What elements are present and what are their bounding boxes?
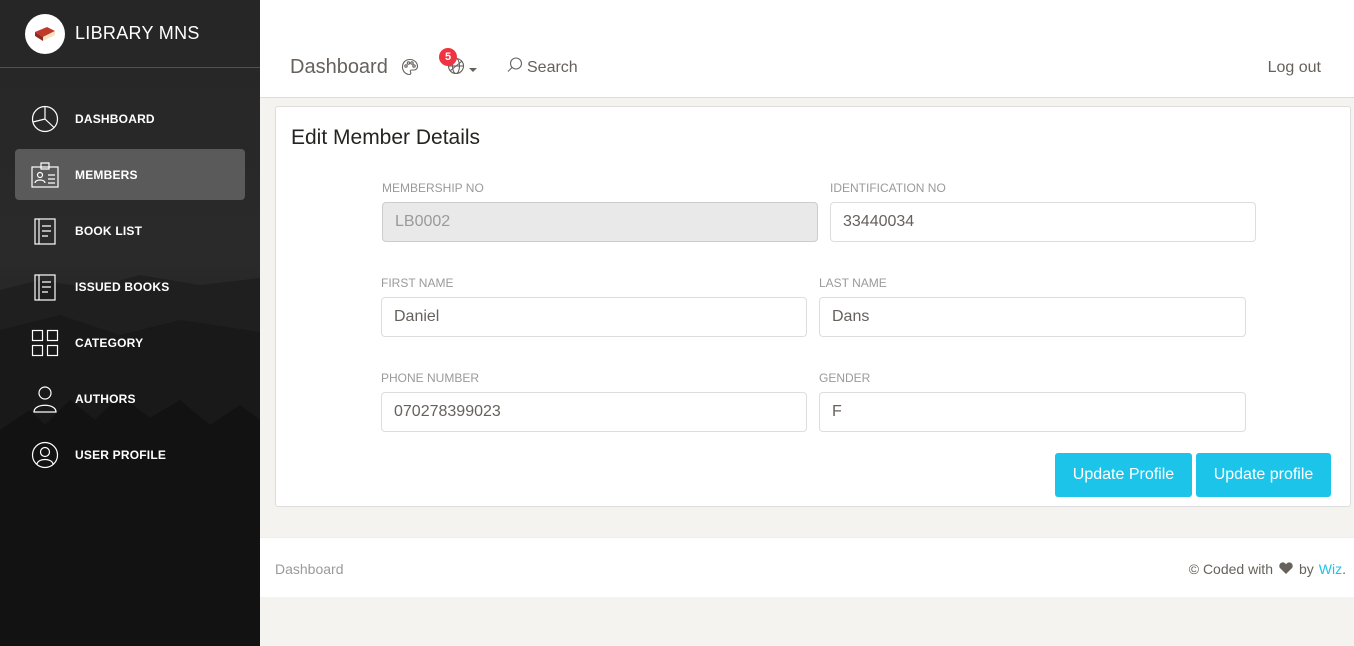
search-label: Search bbox=[527, 58, 578, 76]
sidebar-brand[interactable]: LIBRARY MNS bbox=[0, 0, 260, 68]
sidebar-item-dashboard[interactable]: Dashboard bbox=[15, 93, 245, 144]
heart-icon bbox=[1279, 561, 1293, 577]
sidebar-item-label: Category bbox=[75, 335, 144, 350]
sidebar-item-authors[interactable]: Authors bbox=[15, 373, 245, 424]
search-icon bbox=[507, 57, 523, 78]
pie-chart-icon bbox=[31, 105, 59, 133]
membership-no-label: Membership No bbox=[382, 181, 484, 195]
notification-badge: 5 bbox=[439, 48, 457, 66]
phone-number-input[interactable]: 070278399023 bbox=[381, 392, 807, 432]
navbar-title[interactable]: Dashboard bbox=[290, 56, 388, 79]
footer-dashboard-link[interactable]: Dashboard bbox=[275, 561, 344, 577]
identification-no-label: Identification No bbox=[830, 181, 946, 195]
sidebar-item-label: Book List bbox=[75, 223, 143, 238]
sidebar-nav: Dashboard Members Book List bbox=[0, 93, 260, 480]
footer: Dashboard © Coded with by Wiz . bbox=[260, 537, 1354, 597]
credit-by: by bbox=[1298, 561, 1314, 577]
grid-icon bbox=[31, 329, 59, 357]
sidebar-item-label: Authors bbox=[75, 391, 136, 406]
membership-no-input: LB0002 bbox=[382, 202, 818, 242]
phone-number-label: Phone Number bbox=[381, 371, 480, 385]
edit-member-card: Edit Member Details Membership No LB0002… bbox=[275, 106, 1351, 507]
sidebar-item-user-profile[interactable]: User Profile bbox=[15, 429, 245, 480]
person-icon bbox=[31, 385, 59, 413]
notifications-dropdown[interactable]: 5 bbox=[439, 48, 477, 80]
first-name-field: First Name Daniel bbox=[381, 276, 807, 337]
last-name-field: Last Name Dans bbox=[819, 276, 1246, 337]
credit-prefix: © Coded with bbox=[1188, 561, 1273, 577]
sidebar-item-issued-books[interactable]: Issued Books bbox=[15, 261, 245, 312]
sidebar: LIBRARY MNS Dashboard Members bbox=[0, 0, 260, 646]
document-list-icon bbox=[31, 273, 59, 301]
first-name-label: First Name bbox=[381, 276, 454, 290]
credit-suffix: . bbox=[1342, 561, 1346, 577]
document-list-icon bbox=[31, 217, 59, 245]
sidebar-item-category[interactable]: Category bbox=[15, 317, 245, 368]
palette-icon[interactable] bbox=[401, 58, 419, 81]
last-name-label: Last Name bbox=[819, 276, 887, 290]
author-link[interactable]: Wiz bbox=[1319, 561, 1342, 577]
user-circle-icon bbox=[31, 441, 59, 469]
sidebar-item-label: Issued Books bbox=[75, 279, 170, 294]
first-name-input[interactable]: Daniel bbox=[381, 297, 807, 337]
gender-field: Gender F bbox=[819, 371, 1246, 432]
gender-label: Gender bbox=[819, 371, 871, 385]
last-name-input[interactable]: Dans bbox=[819, 297, 1246, 337]
book-logo-icon bbox=[25, 13, 65, 54]
identification-no-field: Identification No 33440034 bbox=[830, 181, 1256, 242]
update-profile-button-secondary[interactable]: Update profile bbox=[1196, 453, 1331, 497]
identification-no-input[interactable]: 33440034 bbox=[830, 202, 1256, 242]
chevron-down-icon bbox=[469, 67, 477, 72]
sidebar-item-members[interactable]: Members bbox=[15, 149, 245, 200]
logout-link[interactable]: Log out bbox=[1268, 59, 1321, 77]
top-navbar: Dashboard 5 Search Log out bbox=[260, 0, 1354, 98]
id-card-icon bbox=[31, 161, 59, 189]
sidebar-item-label: Members bbox=[75, 167, 138, 182]
membership-no-field: Membership No LB0002 bbox=[382, 181, 818, 242]
card-title: Edit Member Details bbox=[291, 126, 481, 149]
sidebar-item-label: Dashboard bbox=[75, 111, 155, 126]
brand-title: LIBRARY MNS bbox=[75, 23, 200, 43]
sidebar-item-label: User Profile bbox=[75, 447, 167, 462]
update-profile-button[interactable]: Update Profile bbox=[1055, 453, 1192, 497]
sidebar-item-book-list[interactable]: Book List bbox=[15, 205, 245, 256]
gender-input[interactable]: F bbox=[819, 392, 1246, 432]
search-link[interactable]: Search bbox=[507, 57, 578, 78]
phone-number-field: Phone Number 070278399023 bbox=[381, 371, 807, 432]
footer-credit: © Coded with by Wiz . bbox=[1189, 561, 1346, 577]
